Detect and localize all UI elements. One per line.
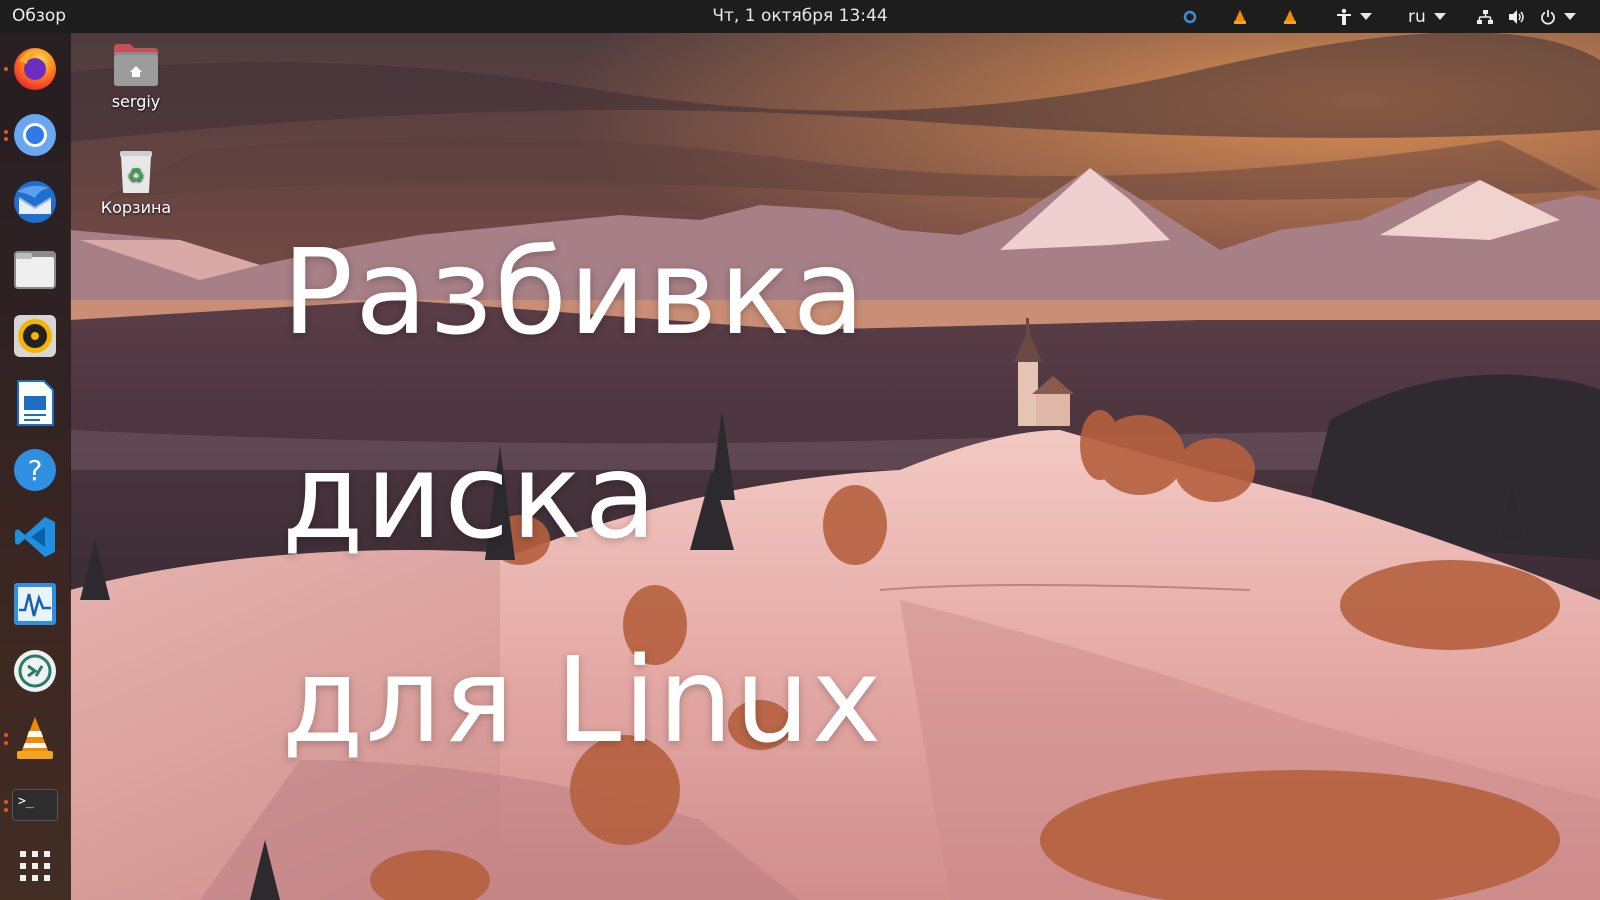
activities-button[interactable]: Обзор (12, 0, 66, 33)
overlay-title-line-2: для Linux (282, 631, 884, 769)
overlay-title-line-1: Разбивка диска (282, 223, 867, 565)
running-indicator (4, 741, 8, 745)
sync-icon (1183, 10, 1197, 23)
chevron-down-icon (1564, 13, 1576, 20)
desktop-icon-home[interactable]: sergiy (86, 42, 186, 111)
vlc-icon (17, 717, 53, 759)
dock-item-vlc[interactable] (10, 713, 60, 763)
dock-item-remote-desktop[interactable] (10, 646, 60, 696)
chromium-icon (14, 114, 56, 156)
help-icon: ? (14, 449, 56, 491)
accessibility-icon (1337, 8, 1351, 25)
terminal-icon: >_ (12, 789, 58, 821)
chevron-down-icon (1360, 13, 1372, 20)
dock: ? >_ (0, 33, 71, 900)
home-folder-icon (114, 44, 158, 86)
vlc-tray-icon (1234, 9, 1246, 24)
dock-item-terminal[interactable]: >_ (10, 780, 60, 830)
running-indicator (4, 130, 8, 134)
top-bar: Обзор Чт, 1 октября 13:44 ru (0, 0, 1600, 33)
dock-item-help[interactable]: ? (10, 445, 60, 495)
system-monitor-icon (14, 583, 56, 625)
running-indicator (4, 67, 8, 71)
remote-desktop-icon (14, 650, 56, 692)
language-label: ru (1408, 6, 1426, 27)
dock-item-writer[interactable] (10, 378, 60, 428)
dock-item-chromium[interactable] (10, 110, 60, 160)
volume-icon (1509, 9, 1524, 24)
running-indicator (4, 733, 8, 737)
sync-indicator[interactable] (1183, 0, 1197, 33)
chevron-down-icon (1433, 13, 1446, 20)
running-indicator (4, 800, 8, 804)
language-menu[interactable]: ru (1408, 0, 1446, 33)
power-icon (1541, 9, 1555, 25)
dock-item-system-monitor[interactable] (10, 579, 60, 629)
dock-item-firefox[interactable] (10, 43, 60, 93)
running-indicator (4, 808, 8, 812)
network-icon (1477, 9, 1493, 24)
app-grid-icon (20, 851, 50, 881)
dock-item-thunderbird[interactable] (10, 177, 60, 227)
desktop-icon-trash[interactable]: ♻ Корзина (86, 150, 186, 217)
trash-icon: ♻ (120, 151, 152, 193)
writer-icon (17, 380, 54, 426)
accessibility-menu[interactable] (1336, 0, 1372, 33)
files-icon (14, 251, 56, 289)
dock-item-vscode[interactable] (10, 512, 60, 562)
firefox-icon (14, 48, 56, 90)
desktop-icon-label: sergiy (111, 92, 161, 111)
running-indicator (4, 137, 8, 141)
thunderbird-icon (14, 181, 56, 223)
vlc-tray-1[interactable] (1232, 0, 1248, 33)
system-menu[interactable] (1476, 0, 1576, 33)
vlc-tray-2[interactable] (1282, 0, 1298, 33)
vlc-tray-icon (1284, 9, 1296, 24)
desktop: Обзор Чт, 1 октября 13:44 ru ? >_ sergiy… (0, 0, 1600, 900)
dock-item-files[interactable] (10, 244, 60, 294)
terminal-prompt: >_ (18, 794, 34, 809)
svg-text:?: ? (28, 454, 43, 487)
svg-text:♻: ♻ (127, 163, 145, 187)
rhythmbox-icon (14, 315, 56, 357)
dock-item-rhythmbox[interactable] (10, 311, 60, 361)
overlay-title: Разбивка диска для Linux (282, 190, 1282, 802)
show-apps-button[interactable] (10, 841, 60, 891)
desktop-icon-label: Корзина (100, 198, 172, 217)
clock-button[interactable]: Чт, 1 октября 13:44 (712, 6, 887, 26)
vscode-icon (15, 517, 55, 557)
